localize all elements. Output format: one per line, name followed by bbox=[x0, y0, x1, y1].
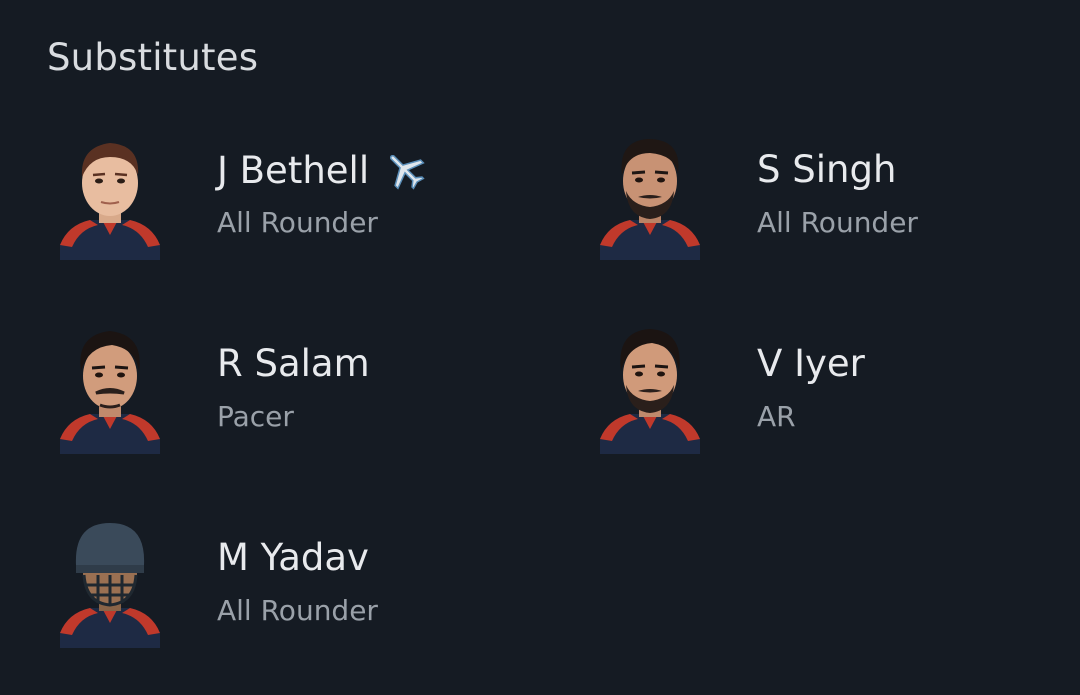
player-name: R Salam bbox=[217, 342, 370, 385]
player-card[interactable]: V Iyer AR bbox=[540, 314, 1020, 464]
player-name-row: S Singh bbox=[757, 148, 896, 191]
player-role: Pacer bbox=[217, 400, 294, 433]
player-role: All Rounder bbox=[757, 206, 918, 239]
avatar bbox=[590, 319, 710, 454]
player-card[interactable]: M Yadav All Rounder bbox=[0, 508, 480, 658]
player-card[interactable]: R Salam Pacer bbox=[0, 314, 480, 464]
player-role: AR bbox=[757, 400, 796, 433]
avatar bbox=[50, 513, 170, 648]
player-name-row: V Iyer bbox=[757, 342, 865, 385]
avatar bbox=[50, 125, 170, 260]
section-title: Substitutes bbox=[47, 36, 259, 79]
player-name-row: J Bethell bbox=[217, 148, 427, 192]
player-name: M Yadav bbox=[217, 536, 369, 579]
player-card[interactable]: J Bethell All Rounder bbox=[0, 120, 480, 270]
player-role: All Rounder bbox=[217, 594, 378, 627]
player-name: S Singh bbox=[757, 148, 897, 191]
avatar bbox=[590, 125, 710, 260]
airplane-icon bbox=[383, 148, 427, 192]
player-name-row: M Yadav bbox=[217, 536, 369, 579]
avatar bbox=[50, 319, 170, 454]
player-name: V Iyer bbox=[757, 342, 865, 385]
player-role: All Rounder bbox=[217, 206, 378, 239]
player-name: J Bethell bbox=[217, 148, 370, 192]
player-name-row: R Salam bbox=[217, 342, 370, 385]
player-card[interactable]: S Singh All Rounder bbox=[540, 120, 1020, 270]
